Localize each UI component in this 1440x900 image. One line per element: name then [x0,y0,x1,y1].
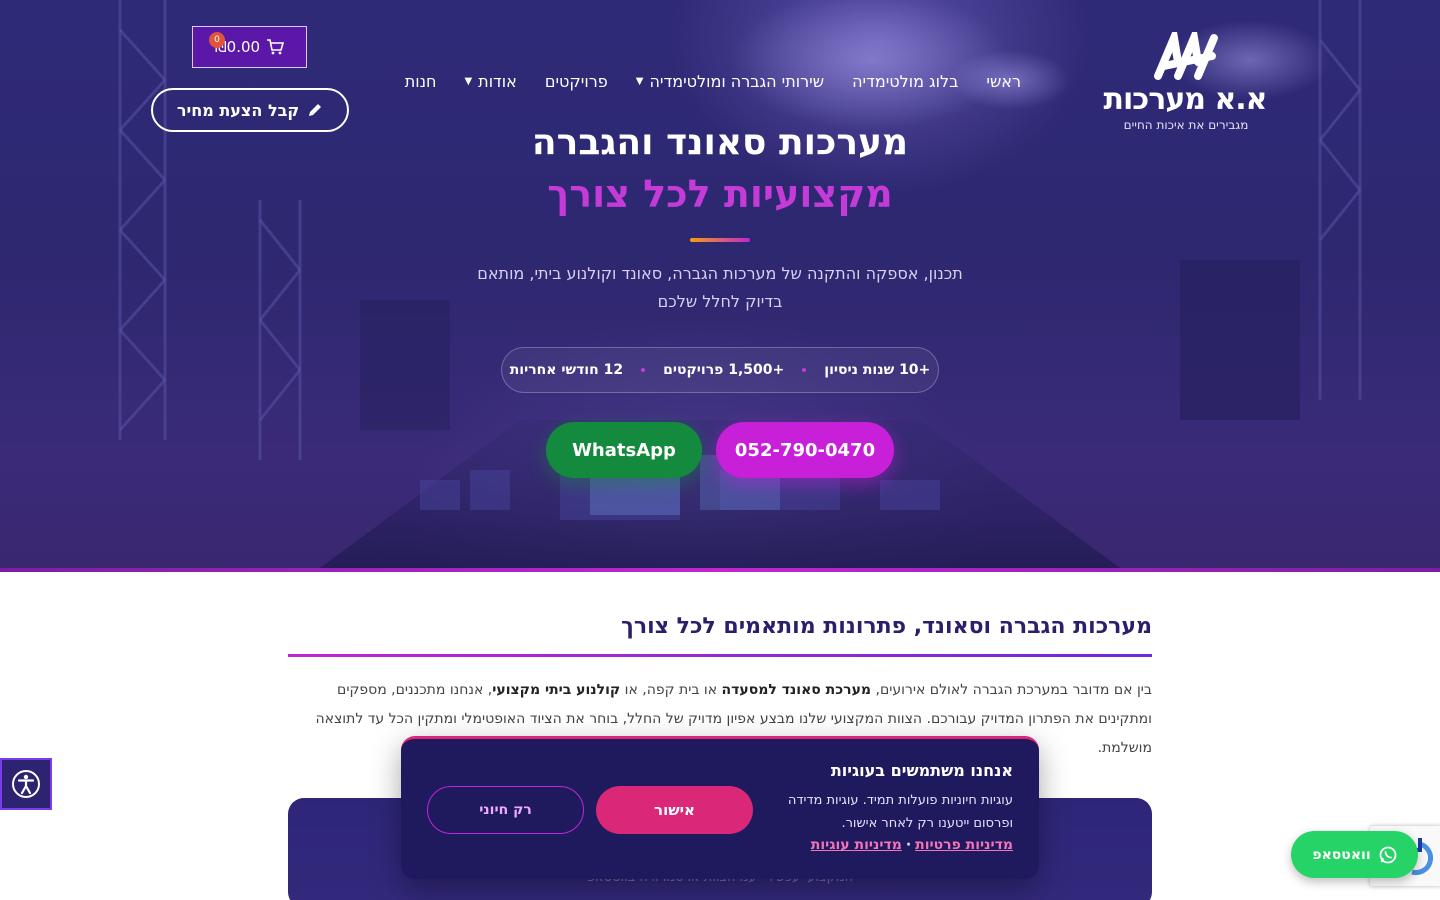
hero-bottom-border [0,568,1440,572]
nav-label: אודות [478,71,517,91]
nav-label: פרויקטים [544,71,608,91]
hero-subtitle: מקצועיות לכל צורך [547,172,893,216]
cookie-policy-link[interactable]: מדיניות עוגיות [811,837,902,853]
logo-mark-icon [1154,32,1218,80]
cookie-links: מדיניות פרטיות·מדיניות עוגיות [811,837,1013,853]
nav-label: בלוג מולטימדיה [852,71,959,91]
chevron-down-icon: ▼ [464,75,473,87]
hero-divider [690,238,750,242]
stat-separator [802,368,807,372]
nav-label: ראשי [986,71,1021,91]
hero-section: א.א מערכות מגבירים את איכות החיים ראשי ב… [0,0,1440,568]
site-logo[interactable]: א.א מערכות מגבירים את איכות החיים [1100,30,1270,135]
stat-warranty: 12 חודשי אחריות [509,362,624,378]
nav-item-shop[interactable]: חנות [391,72,451,91]
main-nav: ראשי בלוג מולטימדיה שירותי הגברה ומולטימ… [391,66,1035,96]
body-bold-restaurant: מערכת סאונד למסעדה [721,682,872,698]
cart-icon [267,39,285,55]
stats-bar: +10 שנות ניסיון +1,500 פרויקטים 12 חודשי… [501,347,939,393]
body-text: או בית קפה, או [620,682,722,698]
cart-button[interactable]: ₪0.00 [192,26,307,68]
nav-item-projects[interactable]: פרויקטים [531,72,622,91]
hero-title: מערכות סאונד והגברה [531,122,909,163]
cookie-text: עוגיות חיוניות פועלות תמיד. עוגיות מדידה… [787,793,1013,831]
pencil-icon [309,104,322,116]
cookie-link-separator: · [905,837,912,853]
whatsapp-button[interactable]: WhatsApp [546,422,702,478]
nav-label: חנות [404,71,437,91]
cart-count-badge: 0 [209,32,225,48]
chevron-down-icon: ▼ [635,75,644,87]
cookie-title: אנחנו משתמשים בעוגיות [830,761,1013,780]
logo-name: א.א מערכות [1103,82,1267,117]
privacy-policy-link[interactable]: מדיניות פרטיות [915,837,1013,853]
whatsapp-icon [1379,846,1397,863]
stat-separator [641,368,646,372]
accessibility-icon [12,770,40,798]
logo-tagline: מגבירים את איכות החיים [1123,118,1249,132]
get-quote-button[interactable]: קבל הצעת מחיר [151,88,349,132]
cookie-essential-only-button[interactable]: רק חיוני [427,786,584,834]
nav-item-services[interactable]: שירותי הגברה ומולטימדיה ▼ [622,72,838,91]
body-text: בין אם מדובר במערכת הגברה לאולם אירועים, [871,682,1152,698]
floating-whatsapp-label: וואטסאפ [1312,846,1371,863]
section-title: מערכות הגברה וסאונד, פתרונות מותאמים לכל… [621,614,1152,639]
accessibility-button[interactable] [0,758,52,810]
nav-item-about[interactable]: אודות ▼ [450,72,530,91]
nav-item-home[interactable]: ראשי [972,72,1035,91]
hero-description: תכנון, אספקה והתקנה של מערכות הגברה, סאו… [477,264,963,311]
nav-item-blog[interactable]: בלוג מולטימדיה [838,72,972,91]
body-bold-home-cinema: קולנוע ביתי מקצועי [492,682,621,698]
floating-whatsapp-button[interactable]: וואטסאפ [1291,831,1418,878]
stat-experience: +10 שנות ניסיון [824,362,931,378]
stat-projects: +1,500 פרויקטים [663,362,785,378]
cookie-accept-button[interactable]: אישור [596,786,753,834]
phone-button[interactable]: 052-790-0470 [716,422,894,478]
get-quote-label: קבל הצעת מחיר [176,100,300,120]
section-underline [288,654,1152,657]
nav-label: שירותי הגברה ומולטימדיה [649,71,825,91]
cookie-consent-dialog: אנחנו משתמשים בעוגיות עוגיות חיוניות פוע… [401,736,1039,879]
